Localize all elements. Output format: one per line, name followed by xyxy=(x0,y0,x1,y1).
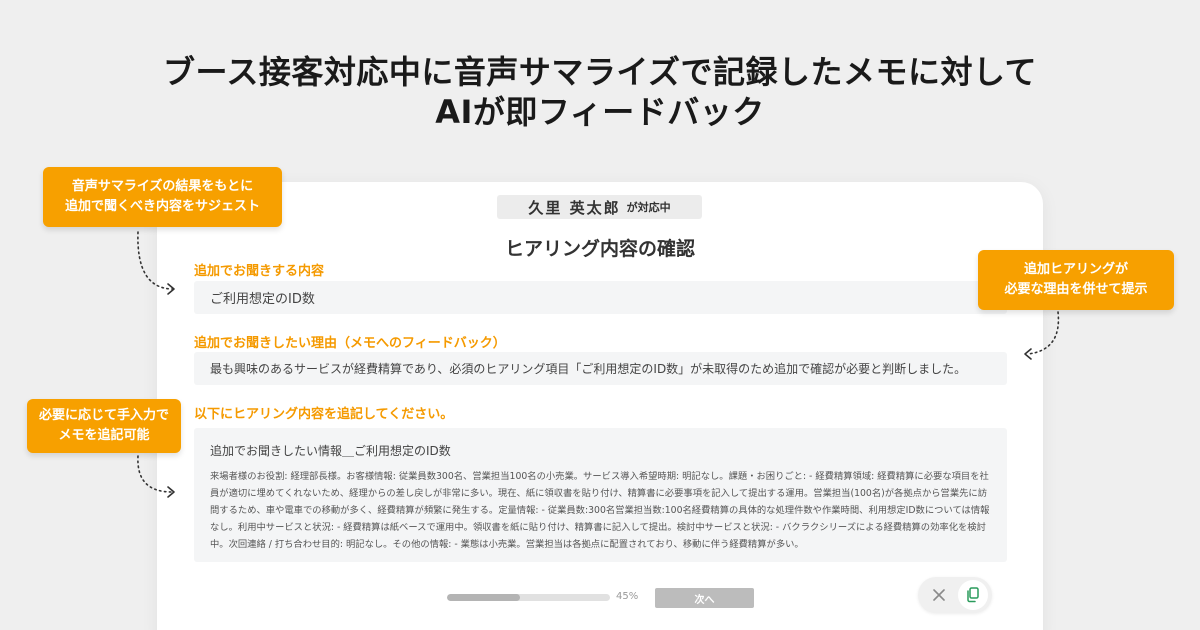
callout-reason-line-1: 追加ヒアリングが xyxy=(1023,262,1128,277)
headline-line-2: AIが即フィードバック xyxy=(435,93,765,131)
progress-bar xyxy=(447,594,610,601)
callout-suggest-line-2: 追加で聞くべき内容をサジェスト xyxy=(64,199,260,214)
headline-line-1: ブース接客対応中に音声サマライズで記録したメモに対して xyxy=(163,53,1037,91)
reason-field[interactable]: 最も興味のあるサービスが経費精算であり、必須のヒアリング項目「ご利用想定のID数… xyxy=(194,352,1007,385)
callout-manual: 必要に応じて手入力で メモを追記可能 xyxy=(27,399,181,453)
append-label: 以下にヒアリング内容を追記してください。 xyxy=(194,407,454,422)
next-button[interactable]: 次へ xyxy=(655,588,754,608)
ask-field[interactable]: ご利用想定のID数 xyxy=(194,281,1007,314)
memo-body: 来場者様のお役割: 経理部長様。お客様情報: 従業員数300名、営業担当100名… xyxy=(210,471,990,550)
callout-reason-line-2: 必要な理由を併せて提示 xyxy=(1004,282,1148,297)
page-title: ヒアリング内容の確認 xyxy=(504,238,695,260)
reason-label: 追加でお聞きしたい理由（メモへのフィードバック） xyxy=(194,336,506,351)
memo-heading: 追加でお聞きしたい情報＿ご利用想定のID数 xyxy=(210,444,451,458)
callout-manual-line-1: 必要に応じて手入力で xyxy=(38,408,169,423)
close-icon[interactable] xyxy=(928,584,950,606)
status-badge: 久里 英太郎 が対応中 xyxy=(497,195,702,219)
copy-icon[interactable] xyxy=(958,580,988,610)
staff-name: 久里 英太郎 xyxy=(528,198,621,217)
callout-suggest: 音声サマライズの結果をもとに 追加で聞くべき内容をサジェスト xyxy=(43,167,282,227)
ask-label: 追加でお聞きする内容 xyxy=(194,264,325,279)
status-suffix: が対応中 xyxy=(626,201,671,214)
memo-textarea[interactable]: 追加でお聞きしたい情報＿ご利用想定のID数 来場者様のお役割: 経理部長様。お客… xyxy=(194,428,1007,562)
callout-suggest-line-1: 音声サマライズの結果をもとに xyxy=(71,179,254,194)
headline: ブース接客対応中に音声サマライズで記録したメモに対して AIが即フィードバック xyxy=(0,52,1200,132)
floating-toolbar xyxy=(918,577,992,613)
callout-reason: 追加ヒアリングが 必要な理由を併せて提示 xyxy=(978,250,1174,310)
progress-label: 45% xyxy=(616,591,639,602)
progress-fill xyxy=(447,594,521,601)
callout-manual-line-2: メモを追記可能 xyxy=(58,428,150,443)
